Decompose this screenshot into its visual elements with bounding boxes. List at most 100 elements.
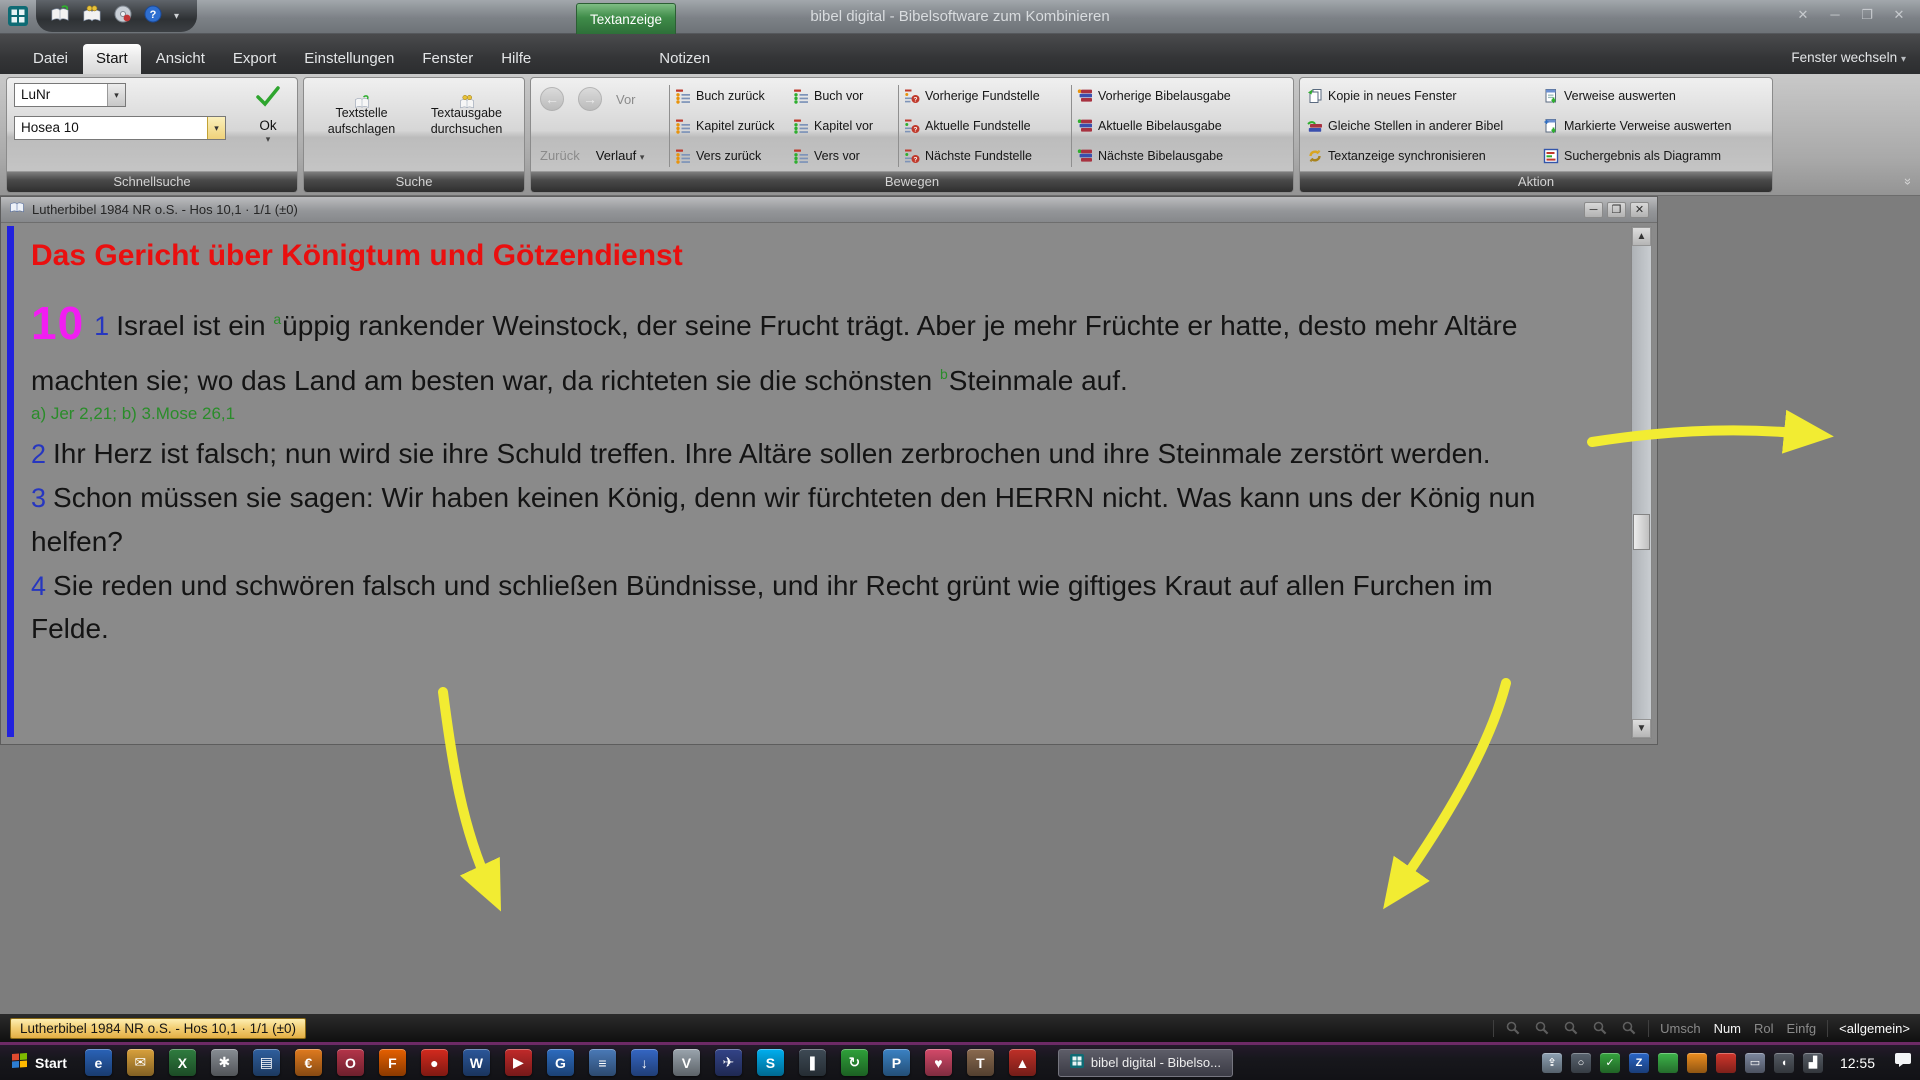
textstelle-aufschlagen-button[interactable]: Textstelle aufschlagen [311,83,412,169]
vers-zurück-button[interactable]: Vers zurück [675,146,793,165]
nächste-fundstelle-button[interactable]: ?Nächste Fundstelle [904,146,1066,165]
open-bible-icon[interactable] [50,5,70,28]
cd-install-icon[interactable] [114,5,132,28]
ok-button[interactable]: Ok ▾ [246,83,290,169]
scroll-down-icon[interactable]: ▼ [1632,719,1651,738]
buch-zurück-button[interactable]: Buch zurück [675,86,793,105]
app-grid-icon[interactable] [8,6,28,31]
qat-dropdown-icon[interactable]: ▾ [174,11,179,22]
tab-einstellungen[interactable]: Einstellungen [291,44,407,74]
nächste-bibelausgabe-button[interactable]: Nächste Bibelausgabe [1077,146,1263,165]
chat-bubble-icon[interactable] [1894,1052,1912,1073]
vorherige-fundstelle-button[interactable]: ?Vorherige Fundstelle [904,86,1066,105]
terminal-icon[interactable]: ▤ [253,1049,280,1076]
email-icon[interactable]: ✉ [127,1049,154,1076]
aktuelle-bibelausgabe-button[interactable]: Aktuelle Bibelausgabe [1077,116,1263,135]
tab-export[interactable]: Export [220,44,289,74]
document-control-3-icon[interactable]: ✕ [1630,202,1649,218]
suchergebnis-als-diagramm-button[interactable]: Suchergebnis als Diagramm [1543,146,1765,165]
document-control-1-icon[interactable]: ─ [1584,202,1603,218]
chevron-down-icon[interactable]: ▾ [207,117,225,139]
ie-browser-icon[interactable]: e [85,1049,112,1076]
search-bible-icon[interactable] [82,5,102,28]
markierte-verweise-auswerten-button[interactable]: Markierte Verweise auswerten [1543,116,1765,135]
buch-vor-button[interactable]: Buch vor [793,86,893,105]
aktuelle-fundstelle-button[interactable]: ?Aktuelle Fundstelle [904,116,1066,135]
zoom-in-icon[interactable] [1621,1020,1637,1036]
forward-button[interactable]: → [578,87,602,111]
chevron-down-icon[interactable]: ▾ [107,84,125,106]
collapse-ribbon-icon[interactable]: « [1899,178,1914,185]
globe-icon[interactable]: G [547,1049,574,1076]
window-control-1-icon[interactable]: ✕ [1794,7,1812,23]
window-control-2-icon[interactable]: ─ [1826,7,1844,23]
tools-icon[interactable]: T [967,1049,994,1076]
vw-icon[interactable]: V [673,1049,700,1076]
tab-ansicht[interactable]: Ansicht [143,44,218,74]
notes-icon[interactable]: ≡ [589,1049,616,1076]
verlauf-dropdown[interactable]: Verlauf ▾ [596,148,645,163]
tab-hilfe[interactable]: Hilfe [488,44,544,74]
tab-notizen[interactable]: Notizen [646,44,723,74]
scroll-up-icon[interactable]: ▲ [1632,227,1651,246]
antivirus-check-icon[interactable]: ✓ [1600,1053,1620,1073]
sync-green-icon[interactable]: ↻ [841,1049,868,1076]
excel-icon[interactable]: X [169,1049,196,1076]
zoom-target-icon[interactable] [1534,1020,1550,1036]
kapitel-zurück-button[interactable]: Kapitel zurück [675,116,793,135]
user-icon[interactable]: P [883,1049,910,1076]
tab-fenster[interactable]: Fenster [409,44,486,74]
contextual-tab-textanzeige[interactable]: Textanzeige [576,3,676,34]
plane-icon[interactable]: ✈ [715,1049,742,1076]
help-icon[interactable]: ? [144,5,162,28]
euro-icon[interactable]: € [295,1049,322,1076]
vorherige-bibelausgabe-button[interactable]: Vorherige Bibelausgabe [1077,86,1263,105]
window-control-3-icon[interactable]: ❐ [1858,7,1876,23]
skype-icon[interactable]: S [757,1049,784,1076]
settings-gear-icon[interactable]: ✱ [211,1049,238,1076]
zoom-slash-icon[interactable] [1563,1020,1579,1036]
green-status-icon[interactable] [1658,1053,1678,1073]
z-app-icon[interactable]: Z [1629,1053,1649,1073]
kapitel-vor-button[interactable]: Kapitel vor [793,116,893,135]
window-switcher-button[interactable]: Fenster wechseln ▾ [1791,50,1906,65]
gleiche-stellen-in-anderer-bibel-button[interactable]: Gleiche Stellen in anderer Bibel [1307,116,1543,135]
firefox-icon[interactable]: F [379,1049,406,1076]
display-icon[interactable]: ▭ [1745,1053,1765,1073]
document-title-bar[interactable]: Lutherbibel 1984 NR o.S. - Hos 10,1 · 1/… [1,197,1657,223]
player-icon[interactable]: ▶ [505,1049,532,1076]
orange-status-icon[interactable] [1687,1053,1707,1073]
heart-app-icon[interactable]: ♥ [925,1049,952,1076]
scrollbar-thumb[interactable] [1633,514,1650,550]
start-button[interactable]: Start [8,1045,77,1080]
media-red-icon[interactable]: ● [421,1049,448,1076]
vertical-scrollbar[interactable]: ▲ ▼ [1631,226,1652,739]
zoom-add-icon[interactable] [1505,1020,1521,1036]
textausgabe-durchsuchen-button[interactable]: Textausgabe durchsuchen [416,83,517,169]
volume-icon[interactable]: ◖ [1774,1053,1794,1073]
reference-combobox[interactable]: Hosea 10 ▾ [14,116,226,140]
download-icon[interactable]: ↓ [631,1049,658,1076]
network-icon[interactable]: ▟ [1803,1053,1823,1073]
kopie-in-neues-fenster-button[interactable]: Kopie in neues Fenster [1307,86,1543,105]
zoom-out-icon[interactable] [1592,1020,1608,1036]
security-shield-icon[interactable] [1716,1053,1736,1073]
vers-vor-button[interactable]: Vers vor [793,146,893,165]
magnifier-icon[interactable]: ○ [1571,1053,1591,1073]
window-control-4-icon[interactable]: ✕ [1890,7,1908,23]
dock-icon[interactable]: ❚ [799,1049,826,1076]
shield-red-icon[interactable]: ▲ [1009,1049,1036,1076]
back-button[interactable]: ← [540,87,564,111]
footnote-marker[interactable]: a [273,311,281,327]
task-button-bibel-digital[interactable]: bibel digital - Bibelso... [1058,1049,1233,1077]
search-mode-combobox[interactable]: LuNr ▾ [14,83,126,107]
verweise-auswerten-button[interactable]: Verweise auswerten [1543,86,1765,105]
document-control-2-icon[interactable]: ❐ [1607,202,1626,218]
textanzeige-synchronisieren-button[interactable]: Textanzeige synchronisieren [1307,146,1543,165]
usb-icon[interactable]: ⇪ [1542,1053,1562,1073]
tab-datei[interactable]: Datei [20,44,81,74]
word-icon[interactable]: W [463,1049,490,1076]
tab-start[interactable]: Start [83,44,141,74]
footnote-marker[interactable]: b [940,366,948,382]
opera-icon[interactable]: O [337,1049,364,1076]
